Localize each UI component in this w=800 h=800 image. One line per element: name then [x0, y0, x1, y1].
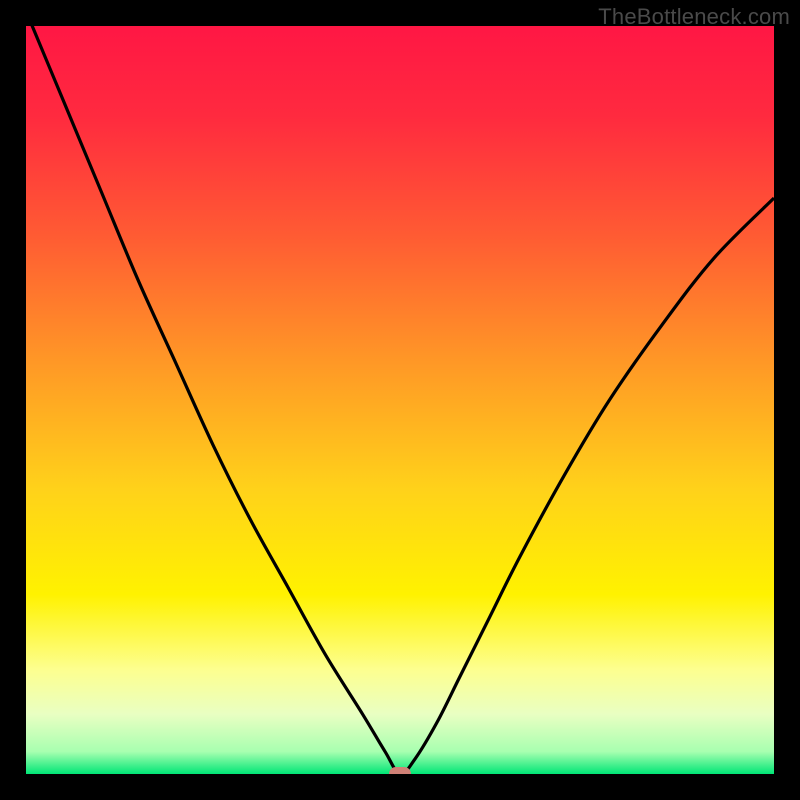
optimal-marker [389, 767, 411, 774]
bottleneck-curve [26, 26, 774, 774]
plot-area [26, 26, 774, 774]
curve-layer [26, 26, 774, 774]
bottleneck-chart: TheBottleneck.com [0, 0, 800, 800]
watermark-text: TheBottleneck.com [598, 4, 790, 30]
